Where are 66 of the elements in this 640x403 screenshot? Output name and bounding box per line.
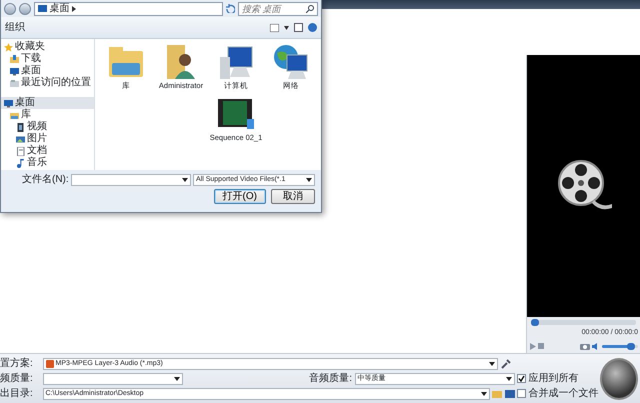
- dialog-button[interactable]: 打开(O): [214, 188, 266, 204]
- chevron-icon: [72, 6, 76, 12]
- breadcrumb[interactable]: 桌面: [50, 2, 70, 14]
- wrench-icon: [500, 358, 510, 368]
- sidebar-item[interactable]: 图片: [13, 133, 94, 145]
- forward-button[interactable]: [19, 2, 31, 14]
- preset-label: 置方案:: [0, 356, 34, 370]
- output-folder-label: 出目录:: [0, 386, 34, 400]
- file-name-field[interactable]: [71, 174, 190, 186]
- sidebar-item[interactable]: 桌面: [7, 65, 94, 77]
- volume-thumb[interactable]: [626, 342, 635, 350]
- speaker-icon: [592, 342, 599, 350]
- library-icon: [10, 110, 19, 120]
- checkbox-label: 合并成一个文件: [528, 388, 598, 400]
- monitor-icon: [38, 4, 47, 12]
- view-icon: [270, 24, 279, 32]
- address-bar[interactable]: 桌面: [34, 2, 223, 16]
- checkbox[interactable]: [517, 389, 526, 398]
- stop-icon: [538, 343, 544, 349]
- video-quality-label: 频质量:: [0, 372, 34, 386]
- seek-thumb[interactable]: [531, 319, 539, 326]
- preview-pane-icon: [294, 23, 303, 32]
- sidebar-item[interactable]: 视频: [13, 121, 94, 133]
- sidebar-item[interactable]: 下载: [7, 53, 94, 65]
- back-button[interactable]: [4, 2, 16, 14]
- star-icon: [4, 42, 13, 52]
- sidebar-item[interactable]: 桌面: [1, 97, 94, 109]
- monitor-icon: [10, 66, 19, 76]
- audio-quality-label: 音频质量:: [309, 372, 352, 384]
- camera-icon: [580, 342, 590, 350]
- sidebar-item[interactable]: 库: [7, 109, 94, 121]
- folder-icon: [492, 390, 502, 398]
- volume-slider[interactable]: [602, 344, 638, 348]
- caret-icon: [489, 362, 495, 366]
- convert-button[interactable]: [600, 358, 638, 400]
- caret-icon: [306, 178, 312, 182]
- checkbox-label: 应用到所有: [528, 372, 578, 384]
- sidebar-item[interactable]: 文档: [13, 145, 94, 157]
- monitor-icon: [4, 98, 13, 108]
- sidebar-item[interactable]: 音乐: [13, 157, 94, 169]
- checkmark-icon: [518, 375, 525, 382]
- search-icon: [306, 4, 314, 12]
- audio-format-icon: [46, 360, 54, 368]
- file-name-label: 文件名(N):: [22, 174, 69, 186]
- music-note-icon: [16, 158, 25, 168]
- picture-icon: [16, 134, 25, 144]
- video-quality-select[interactable]: [42, 372, 182, 384]
- play-icon: [530, 342, 536, 350]
- sidebar-item[interactable]: 收藏夹: [1, 41, 94, 53]
- document-icon: [16, 146, 25, 156]
- dialog-button[interactable]: 取消: [271, 188, 315, 204]
- refresh-icon: [226, 4, 235, 13]
- seek-bar[interactable]: [531, 320, 636, 325]
- checkbox[interactable]: [517, 374, 526, 383]
- sidebar-item[interactable]: 最近访问的位置: [7, 77, 94, 89]
- film-icon: [16, 122, 25, 132]
- caret-icon: [480, 392, 486, 396]
- search-field[interactable]: 搜索 桌面: [238, 2, 318, 16]
- caret-icon: [182, 178, 188, 182]
- monitor-icon: [504, 390, 514, 398]
- caret-icon: [506, 376, 512, 380]
- folder-icon: [10, 54, 19, 64]
- caret-icon: [174, 376, 180, 380]
- caret-icon: [284, 26, 289, 30]
- folder-icon: [10, 78, 19, 88]
- organize-menu[interactable]: 组织: [5, 20, 25, 35]
